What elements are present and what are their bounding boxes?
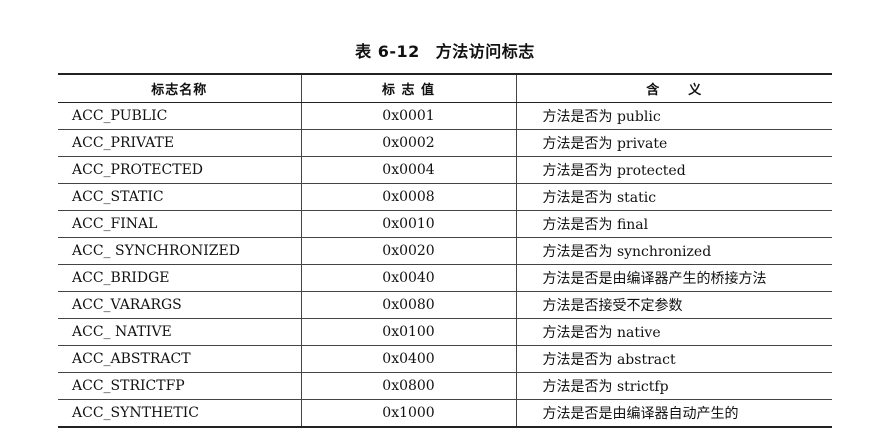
- method-access-flags-table: 标志名称 标 志 值 含 义 ACC_PUBLIC 0x0001 方法是否为 p…: [58, 73, 832, 428]
- table-row: ACC_STRICTFP 0x0800 方法是否为 strictfp: [58, 372, 832, 400]
- flag-name-cell: ACC_ SYNCHRONIZED: [58, 237, 301, 265]
- flag-meaning-cell: 方法是否是由编译器自动产生的: [515, 399, 832, 428]
- flag-meaning-cell: 方法是否为 synchronized: [515, 237, 832, 265]
- flag-meaning-cell: 方法是否是由编译器产生的桥接方法: [515, 264, 832, 292]
- flag-value-cell: 0x0800: [300, 372, 516, 400]
- flag-name-cell: ACC_STRICTFP: [58, 372, 301, 400]
- flag-meaning-cell: 方法是否为 final: [515, 210, 832, 238]
- flag-value-cell: 0x0004: [300, 156, 516, 184]
- table-row: ACC_BRIDGE 0x0040 方法是否是由编译器产生的桥接方法: [58, 264, 832, 292]
- flag-meaning-cell: 方法是否为 private: [515, 129, 832, 157]
- header-flag-name: 标志名称: [58, 73, 301, 103]
- flag-meaning-cell: 方法是否为 abstract: [515, 345, 832, 373]
- flag-name-cell: ACC_PROTECTED: [58, 156, 301, 184]
- flag-value-cell: 0x0001: [300, 102, 516, 130]
- flag-value-cell: 0x0100: [300, 318, 516, 346]
- flag-meaning-cell: 方法是否为 public: [515, 102, 832, 130]
- flag-value-cell: 0x0002: [300, 129, 516, 157]
- flag-value-cell: 0x0080: [300, 291, 516, 319]
- flag-value-cell: 0x0400: [300, 345, 516, 373]
- flag-meaning-cell: 方法是否为 strictfp: [515, 372, 832, 400]
- header-row: 标志名称 标 志 值 含 义: [58, 73, 832, 103]
- table-row: ACC_FINAL 0x0010 方法是否为 final: [58, 210, 832, 238]
- table-number: 表 6-12: [355, 42, 420, 61]
- flag-name-cell: ACC_ABSTRACT: [58, 345, 301, 373]
- flag-value-cell: 0x0040: [300, 264, 516, 292]
- table-row: ACC_VARARGS 0x0080 方法是否接受不定参数: [58, 291, 832, 319]
- flag-value-cell: 0x0008: [300, 183, 516, 211]
- flag-name-cell: ACC_BRIDGE: [58, 264, 301, 292]
- flag-meaning-cell: 方法是否接受不定参数: [515, 291, 832, 319]
- flag-name-cell: ACC_PUBLIC: [58, 102, 301, 130]
- table-caption: 表 6-12 方法访问标志: [0, 38, 890, 62]
- header-flag-value: 标 志 值: [300, 73, 516, 103]
- table-row: ACC_SYNTHETIC 0x1000 方法是否是由编译器自动产生的: [58, 399, 832, 428]
- flag-meaning-cell: 方法是否为 native: [515, 318, 832, 346]
- flag-name-cell: ACC_STATIC: [58, 183, 301, 211]
- table-row: ACC_PROTECTED 0x0004 方法是否为 protected: [58, 156, 832, 184]
- flag-name-cell: ACC_PRIVATE: [58, 129, 301, 157]
- table-row: ACC_ SYNCHRONIZED 0x0020 方法是否为 synchroni…: [58, 237, 832, 265]
- table-row: ACC_ NATIVE 0x0100 方法是否为 native: [58, 318, 832, 346]
- flag-name-cell: ACC_VARARGS: [58, 291, 301, 319]
- flag-name-cell: ACC_ NATIVE: [58, 318, 301, 346]
- flag-value-cell: 0x1000: [300, 399, 516, 428]
- flag-value-cell: 0x0020: [300, 237, 516, 265]
- table-row: ACC_PRIVATE 0x0002 方法是否为 private: [58, 129, 832, 157]
- flag-name-cell: ACC_FINAL: [58, 210, 301, 238]
- header-meaning: 含 义: [515, 73, 832, 103]
- flag-meaning-cell: 方法是否为 protected: [515, 156, 832, 184]
- flag-name-cell: ACC_SYNTHETIC: [58, 399, 301, 428]
- table-row: ACC_STATIC 0x0008 方法是否为 static: [58, 183, 832, 211]
- table-title: 方法访问标志: [435, 42, 535, 61]
- table-row: ACC_PUBLIC 0x0001 方法是否为 public: [58, 102, 832, 130]
- table-row: ACC_ABSTRACT 0x0400 方法是否为 abstract: [58, 345, 832, 373]
- flag-meaning-cell: 方法是否为 static: [515, 183, 832, 211]
- flag-value-cell: 0x0010: [300, 210, 516, 238]
